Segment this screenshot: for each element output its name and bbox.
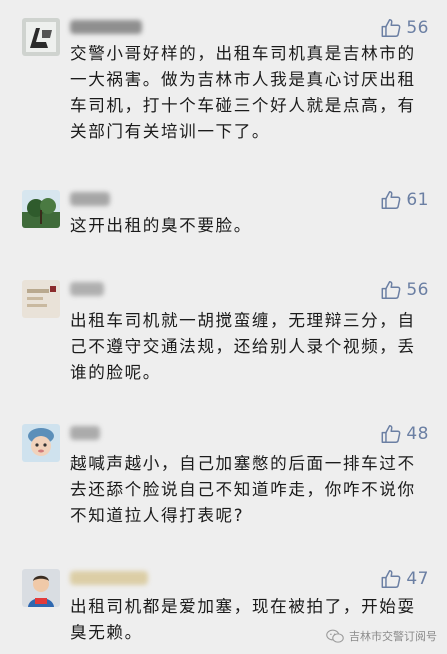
like-button[interactable]: 56 — [380, 279, 429, 301]
comment-text: 出租车司机就一胡搅蛮缠，无理辩三分，自己不遵守交通法规，还给别人录个视频，丢谁的… — [70, 311, 416, 382]
like-button[interactable]: 56 — [380, 17, 429, 39]
like-button[interactable]: 47 — [380, 568, 429, 590]
username[interactable] — [70, 282, 104, 296]
avatar[interactable] — [22, 18, 60, 56]
like-count: 56 — [406, 18, 429, 38]
thumbs-up-icon — [381, 191, 401, 209]
watermark: 吉林市交警订阅号 — [326, 628, 437, 644]
thumbs-up-icon — [381, 281, 401, 299]
avatar[interactable] — [22, 190, 60, 228]
thumbs-up-icon — [381, 425, 401, 443]
thumbs-up-icon — [381, 570, 401, 588]
username[interactable] — [70, 20, 142, 34]
like-count: 48 — [406, 424, 429, 444]
thumbs-up-icon — [381, 19, 401, 37]
avatar[interactable] — [22, 424, 60, 462]
username[interactable] — [70, 571, 148, 585]
wechat-icon — [326, 629, 344, 643]
like-count: 56 — [406, 280, 429, 300]
avatar[interactable] — [22, 569, 60, 607]
comment-text: 这开出租的臭不要脸。 — [70, 216, 252, 235]
avatar[interactable] — [22, 280, 60, 318]
comment-text: 越喊声越小，自己加塞憋的后面一排车过不去还舔个脸说自己不知道咋走，你咋不说你不知… — [70, 454, 416, 525]
comment-text: 交警小哥好样的，出租车司机真是吉林市的一大祸害。做为吉林市人我是真心讨厌出租车司… — [70, 44, 416, 141]
watermark-text: 吉林市交警订阅号 — [349, 630, 437, 643]
username[interactable] — [70, 426, 100, 440]
username[interactable] — [70, 192, 110, 206]
like-count: 61 — [406, 190, 429, 210]
like-button[interactable]: 61 — [380, 189, 429, 211]
like-button[interactable]: 48 — [380, 423, 429, 445]
comment-list: 56 交警小哥好样的，出租车司机真是吉林市的一大祸害。做为吉林市人我是真心讨厌出… — [0, 0, 447, 654]
like-count: 47 — [406, 569, 429, 589]
